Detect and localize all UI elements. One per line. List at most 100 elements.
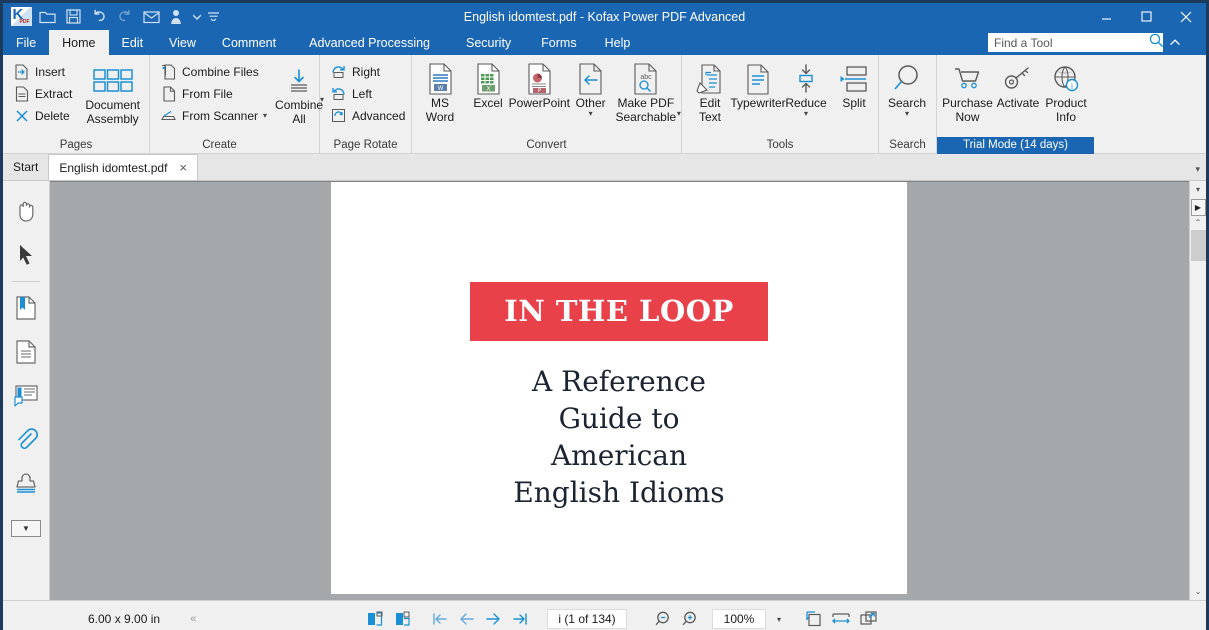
- first-page-icon[interactable]: [427, 607, 451, 630]
- powerpoint-button[interactable]: P PowerPoint: [509, 59, 570, 110]
- delete-pages-button[interactable]: Delete: [9, 105, 78, 126]
- tab-english-idomtest[interactable]: English idomtest.pdf ×: [49, 154, 198, 180]
- excel-button[interactable]: X Excel: [464, 59, 512, 110]
- page-number-field[interactable]: i (1 of 134): [547, 609, 627, 629]
- insert-pages-button[interactable]: Insert: [9, 61, 78, 82]
- more-panels-icon[interactable]: ▼: [7, 506, 45, 550]
- from-file-button[interactable]: From File: [156, 83, 273, 104]
- search-caret-icon[interactable]: ▾: [905, 110, 909, 118]
- ms-word-button[interactable]: W MS Word: [416, 59, 464, 124]
- fit-visible-icon[interactable]: [856, 607, 880, 630]
- scrollbar-thumb[interactable]: [1190, 230, 1206, 261]
- rotate-advanced-button[interactable]: Advanced: [326, 105, 411, 126]
- app-logo[interactable]: K PDF: [9, 6, 33, 28]
- last-page-icon[interactable]: [508, 607, 532, 630]
- collapse-ribbon-icon[interactable]: [1166, 33, 1184, 52]
- make-pdf-searchable-button[interactable]: abc Make PDF Searchable ▾: [615, 59, 681, 131]
- collapse-panel-icon[interactable]: «: [190, 613, 196, 625]
- zoom-out-icon[interactable]: [652, 607, 676, 630]
- comments-panel-icon[interactable]: [7, 374, 45, 418]
- bookmarks-panel-icon[interactable]: [7, 286, 45, 330]
- tab-help[interactable]: Help: [591, 30, 645, 55]
- extract-pages-button[interactable]: Extract: [9, 83, 78, 104]
- document-viewport[interactable]: IN THE LOOP A Reference Guide to America…: [50, 181, 1189, 600]
- reduce-button[interactable]: Reduce ▾: [782, 59, 830, 118]
- title-bar: K PDF English idomtest.pdf - Kofax Power…: [3, 3, 1206, 30]
- trial-mode-banner[interactable]: Trial Mode (14 days): [937, 137, 1094, 154]
- ribbon-group-create: Combine Files From File From Scanner ▾ C…: [150, 55, 324, 154]
- close-button[interactable]: [1166, 3, 1206, 30]
- subtitle-line-1: A Reference: [532, 365, 706, 398]
- maximize-button[interactable]: [1126, 3, 1166, 30]
- tab-edit[interactable]: Edit: [109, 30, 157, 55]
- zoom-level-field[interactable]: 100%: [712, 609, 766, 629]
- rotate-right-button[interactable]: Right: [326, 61, 411, 82]
- attachments-panel-icon[interactable]: [7, 418, 45, 462]
- edit-text-button[interactable]: Edit Text: [686, 59, 734, 124]
- document-assembly-button[interactable]: Document Assembly: [80, 61, 145, 126]
- scroll-page-button[interactable]: ▶: [1190, 199, 1206, 216]
- scroll-collapse-icon[interactable]: ▾: [1190, 181, 1207, 198]
- from-scanner-caret-icon[interactable]: ▾: [263, 112, 267, 120]
- user-dropdown-icon[interactable]: [191, 6, 203, 28]
- combine-files-button[interactable]: Combine Files: [156, 61, 273, 82]
- find-a-tool-box[interactable]: [988, 33, 1164, 53]
- scroll-up-icon[interactable]: ⌃: [1190, 216, 1207, 229]
- product-info-icon: i: [1051, 62, 1081, 96]
- tab-advanced-processing[interactable]: Advanced Processing: [289, 30, 450, 55]
- rotate-left-button[interactable]: Left: [326, 83, 411, 104]
- ribbon-group-page-rotate: Right Left Advanced Page Rotate: [320, 55, 412, 154]
- single-page-view-icon[interactable]: [363, 607, 387, 630]
- fit-width-icon[interactable]: [829, 607, 853, 630]
- reduce-caret-icon[interactable]: ▾: [804, 110, 808, 118]
- minimize-button[interactable]: [1086, 3, 1126, 30]
- tab-start[interactable]: Start: [3, 154, 50, 180]
- undo-icon[interactable]: [87, 6, 111, 28]
- make-pdf-searchable-caret-icon[interactable]: ▾: [677, 110, 681, 118]
- open-icon[interactable]: [35, 6, 59, 28]
- search-icon[interactable]: [1149, 33, 1164, 53]
- tab-forms[interactable]: Forms: [527, 30, 590, 55]
- other-convert-button[interactable]: Other ▾: [567, 59, 615, 118]
- tab-comment[interactable]: Comment: [209, 30, 289, 55]
- split-button[interactable]: Split: [830, 59, 878, 110]
- email-icon[interactable]: [139, 6, 163, 28]
- search-input[interactable]: [994, 35, 1149, 50]
- ribbon-group-trial: Purchase Now Activate i Product Info Tri…: [937, 55, 1094, 154]
- tab-file[interactable]: File: [3, 30, 49, 55]
- tab-home[interactable]: Home: [49, 30, 109, 55]
- select-tool-icon[interactable]: [7, 233, 45, 277]
- user-icon[interactable]: [165, 6, 189, 28]
- activate-button[interactable]: Activate: [994, 59, 1042, 110]
- facing-page-view-icon[interactable]: [390, 607, 414, 630]
- chevron-down-icon[interactable]: ▾: [1195, 164, 1200, 175]
- stamps-panel-icon[interactable]: [7, 462, 45, 506]
- combine-files-icon: [160, 63, 177, 80]
- other-convert-caret-icon[interactable]: ▾: [589, 110, 593, 118]
- combine-all-button[interactable]: Combine All: [275, 61, 323, 126]
- previous-page-icon[interactable]: [454, 607, 478, 630]
- pages-panel-icon[interactable]: [7, 330, 45, 374]
- from-scanner-button[interactable]: From Scanner ▾: [156, 105, 273, 126]
- product-info-button[interactable]: i Product Info: [1042, 59, 1090, 124]
- ribbon-tab-bar: File Home Edit View Comment Advanced Pro…: [3, 30, 1206, 55]
- close-icon[interactable]: ×: [179, 160, 187, 175]
- save-icon[interactable]: [61, 6, 85, 28]
- zoom-in-icon[interactable]: [679, 607, 703, 630]
- from-file-icon: [160, 85, 177, 102]
- activate-label: Activate: [996, 96, 1040, 110]
- redo-icon[interactable]: [113, 6, 137, 28]
- zoom-dropdown-icon[interactable]: ▾: [769, 609, 789, 629]
- fit-page-icon[interactable]: [802, 607, 826, 630]
- hand-tool-icon[interactable]: [7, 189, 45, 233]
- purchase-now-button[interactable]: Purchase Now: [941, 59, 994, 124]
- vertical-scrollbar[interactable]: ▾ ▶ ⌃ ⌄: [1189, 181, 1206, 600]
- scroll-down-icon[interactable]: ⌄: [1190, 583, 1207, 600]
- search-button[interactable]: Search ▾: [883, 59, 931, 118]
- tab-security[interactable]: Security: [450, 30, 527, 55]
- qat-more-icon[interactable]: [205, 6, 221, 28]
- next-page-icon[interactable]: [481, 607, 505, 630]
- tab-view[interactable]: View: [156, 30, 209, 55]
- ribbon-group-search-label: Search: [889, 139, 926, 151]
- typewriter-button[interactable]: Typewriter: [730, 59, 786, 110]
